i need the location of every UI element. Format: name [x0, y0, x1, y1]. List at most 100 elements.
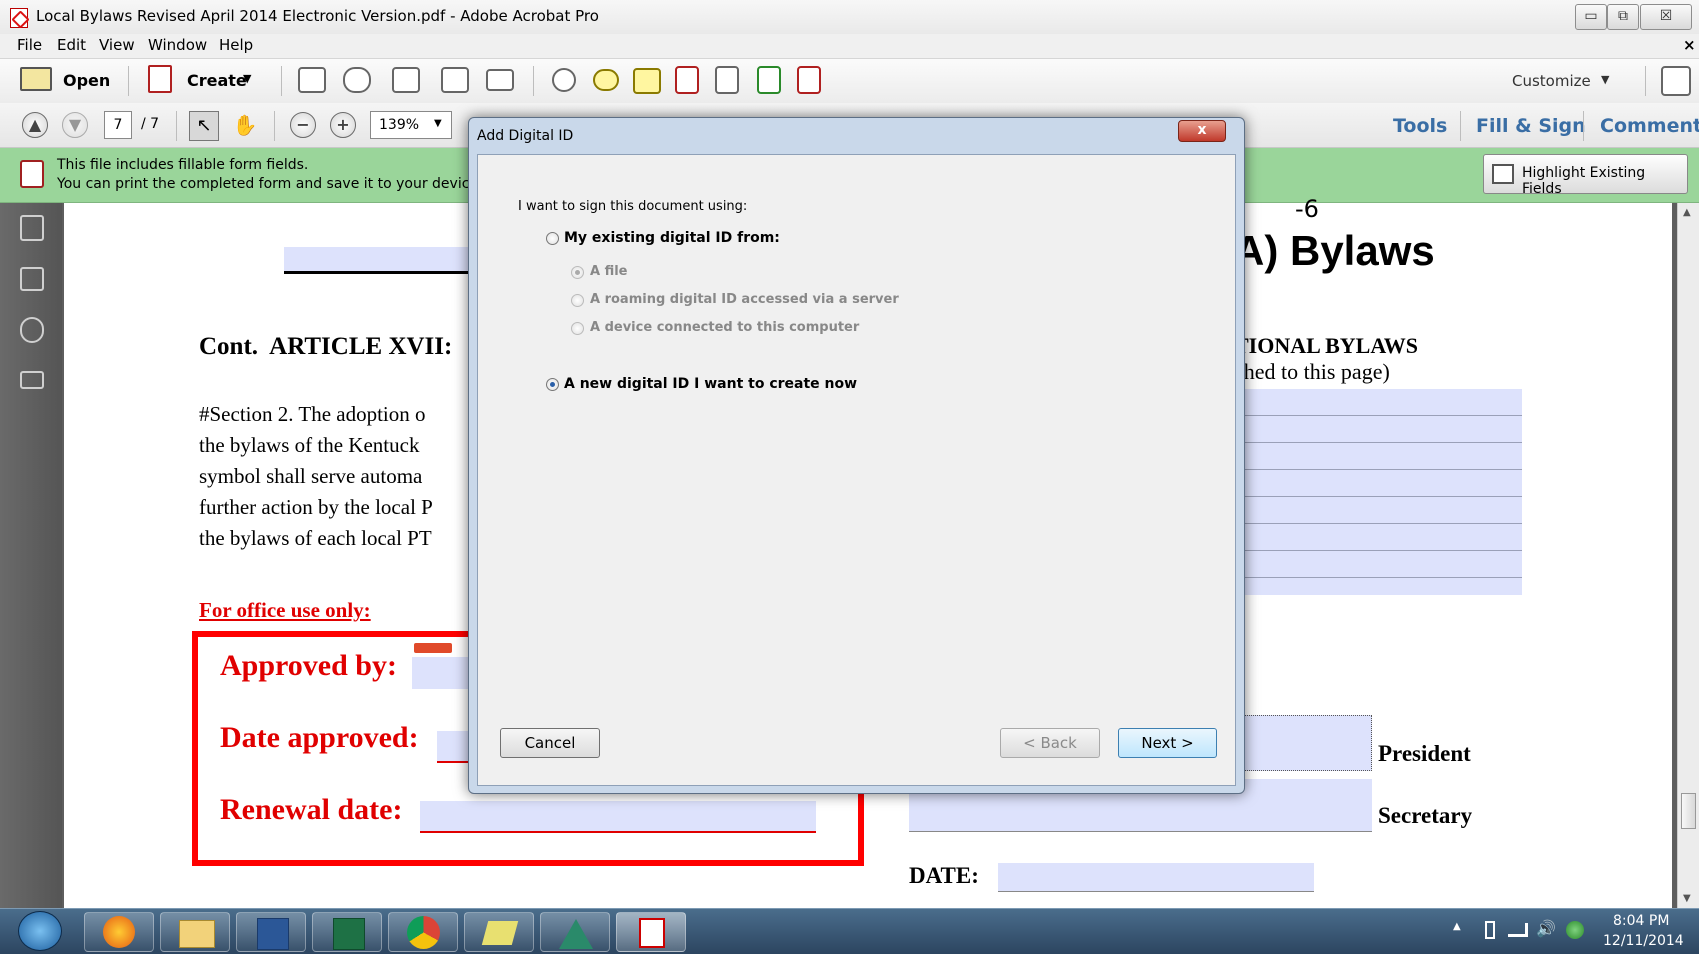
page-search-icon[interactable] — [715, 66, 739, 94]
close-window-button[interactable]: ☒ — [1640, 4, 1692, 30]
customize-button[interactable]: Customize — [1512, 72, 1591, 90]
office-use-label: For office use only: — [199, 598, 371, 622]
scroll-up-icon[interactable]: ▲ — [1683, 207, 1691, 218]
zoom-out-icon[interactable]: − — [290, 112, 316, 138]
clock-date[interactable]: 12/11/2014 — [1603, 933, 1684, 949]
zoom-dropdown-icon[interactable]: ▼ — [434, 118, 442, 129]
president-signature-field[interactable] — [1244, 715, 1372, 771]
menu-view[interactable]: View — [99, 36, 135, 54]
dialog-prompt: I want to sign this document using: — [518, 199, 748, 214]
sign-document-icon[interactable] — [797, 66, 821, 94]
create-dropdown-icon[interactable]: ▼ — [243, 72, 251, 85]
article-subheading-right: ched to this page) — [1234, 359, 1390, 384]
close-document-button[interactable]: × — [1683, 36, 1696, 54]
new-id-label[interactable]: A new digital ID I want to create now — [564, 376, 857, 392]
open-button[interactable]: Open — [63, 71, 110, 90]
highlight-text-icon[interactable] — [633, 68, 661, 94]
delete-page-icon[interactable] — [675, 66, 699, 94]
bookmarks-icon[interactable] — [20, 267, 44, 291]
comment-pane-link[interactable]: Comment — [1600, 115, 1699, 137]
export-pdf-icon[interactable] — [757, 66, 781, 94]
page-number-input[interactable]: 7 — [104, 111, 132, 139]
print-icon[interactable] — [392, 67, 420, 93]
fill-sign-pane-link[interactable]: Fill & Sign — [1476, 115, 1586, 137]
cancel-button[interactable]: Cancel — [500, 728, 600, 758]
highlight-existing-fields-button[interactable]: Highlight Existing Fields — [1483, 154, 1688, 197]
device-label[interactable]: A device connected to this computer — [590, 320, 859, 335]
back-button[interactable]: < Back — [1000, 728, 1100, 758]
settings-gear-icon[interactable] — [552, 68, 576, 92]
signatures-icon[interactable] — [20, 371, 44, 389]
dialog-close-button[interactable]: x — [1178, 120, 1226, 142]
menu-window[interactable]: Window — [148, 36, 207, 54]
left-navigation-pane — [0, 203, 62, 908]
show-hidden-icons[interactable]: ▲ — [1453, 921, 1461, 932]
sticky-note-icon[interactable] — [593, 69, 619, 91]
triangle-app-icon — [559, 919, 593, 949]
page-number-partial: -6 — [1295, 195, 1319, 223]
additional-bylaws-field[interactable] — [1234, 389, 1522, 595]
roaming-id-label[interactable]: A roaming digital ID accessed via a serv… — [590, 292, 899, 307]
minimize-button[interactable]: ▭ — [1575, 4, 1607, 30]
create-pdf-icon[interactable] — [148, 65, 172, 93]
scroll-down-icon[interactable]: ▼ — [1683, 893, 1691, 904]
acrobat-icon — [639, 918, 665, 948]
existing-id-radio[interactable] — [546, 232, 559, 245]
window-title: Local Bylaws Revised April 2014 Electron… — [36, 7, 599, 25]
device-radio[interactable] — [571, 322, 584, 335]
dialog-title: Add Digital ID — [477, 128, 574, 144]
fullscreen-icon[interactable] — [1661, 66, 1691, 96]
next-button[interactable]: Next > — [1118, 728, 1217, 758]
tools-pane-link[interactable]: Tools — [1393, 115, 1447, 137]
previous-page-icon[interactable]: ▲ — [22, 112, 48, 138]
president-label: President — [1378, 741, 1471, 766]
taskbar-acrobat[interactable] — [616, 912, 686, 952]
taskbar-chrome[interactable] — [388, 912, 458, 952]
date-label: DATE: — [909, 863, 979, 888]
article-heading-right: TIONAL BYLAWS — [1234, 333, 1419, 358]
taskbar-excel[interactable] — [312, 912, 382, 952]
approved-by-field[interactable] — [412, 657, 472, 689]
next-page-icon[interactable]: ▼ — [62, 112, 88, 138]
dialog-body: I want to sign this document using: My e… — [477, 154, 1236, 786]
folder-icon — [179, 920, 215, 948]
start-button-icon[interactable] — [18, 911, 62, 951]
page-thumbnails-icon[interactable] — [20, 215, 44, 241]
clock-time[interactable]: 8:04 PM — [1613, 913, 1669, 929]
zoom-in-icon[interactable]: + — [330, 112, 356, 138]
taskbar-explorer[interactable] — [160, 912, 230, 952]
taskbar-word[interactable] — [236, 912, 306, 952]
roaming-id-radio[interactable] — [571, 294, 584, 307]
taskbar-firefox[interactable] — [84, 912, 154, 952]
new-id-radio[interactable] — [546, 378, 559, 391]
zoom-select[interactable]: 139% ▼ — [370, 111, 452, 139]
file-label[interactable]: A file — [590, 264, 628, 279]
network-signal-icon[interactable] — [1508, 923, 1528, 937]
cloud-upload-icon[interactable] — [343, 67, 371, 93]
email-icon[interactable] — [486, 69, 514, 91]
renewal-date-field[interactable] — [420, 801, 816, 833]
open-folder-icon[interactable] — [20, 67, 52, 91]
menu-edit[interactable]: Edit — [57, 36, 86, 54]
menu-file[interactable]: File — [17, 36, 42, 54]
attachments-paperclip-icon[interactable] — [20, 317, 44, 343]
vertical-scrollbar[interactable]: ▲ ▼ — [1677, 203, 1699, 908]
customize-dropdown-icon[interactable]: ▼ — [1601, 73, 1609, 86]
volume-icon[interactable]: 🔊 — [1536, 919, 1556, 938]
main-toolbar: Open Create ▼ Customize ▼ — [0, 58, 1699, 104]
menu-help[interactable]: Help — [219, 36, 253, 54]
date-field[interactable] — [998, 863, 1314, 892]
scrollbar-thumb[interactable] — [1681, 793, 1696, 829]
hand-tool-icon[interactable]: ✋ — [231, 111, 259, 141]
edit-text-icon[interactable] — [441, 67, 469, 93]
file-radio[interactable] — [571, 266, 584, 279]
taskbar-app[interactable] — [464, 912, 534, 952]
battery-icon[interactable] — [1485, 921, 1495, 939]
create-button[interactable]: Create — [187, 71, 247, 90]
taskbar-app[interactable] — [540, 912, 610, 952]
restore-button[interactable]: ⧉ — [1607, 4, 1639, 30]
save-icon[interactable] — [298, 67, 326, 93]
existing-id-label[interactable]: My existing digital ID from: — [564, 230, 780, 246]
sync-icon[interactable] — [1566, 921, 1584, 939]
select-cursor-icon[interactable]: ↖ — [189, 111, 219, 141]
